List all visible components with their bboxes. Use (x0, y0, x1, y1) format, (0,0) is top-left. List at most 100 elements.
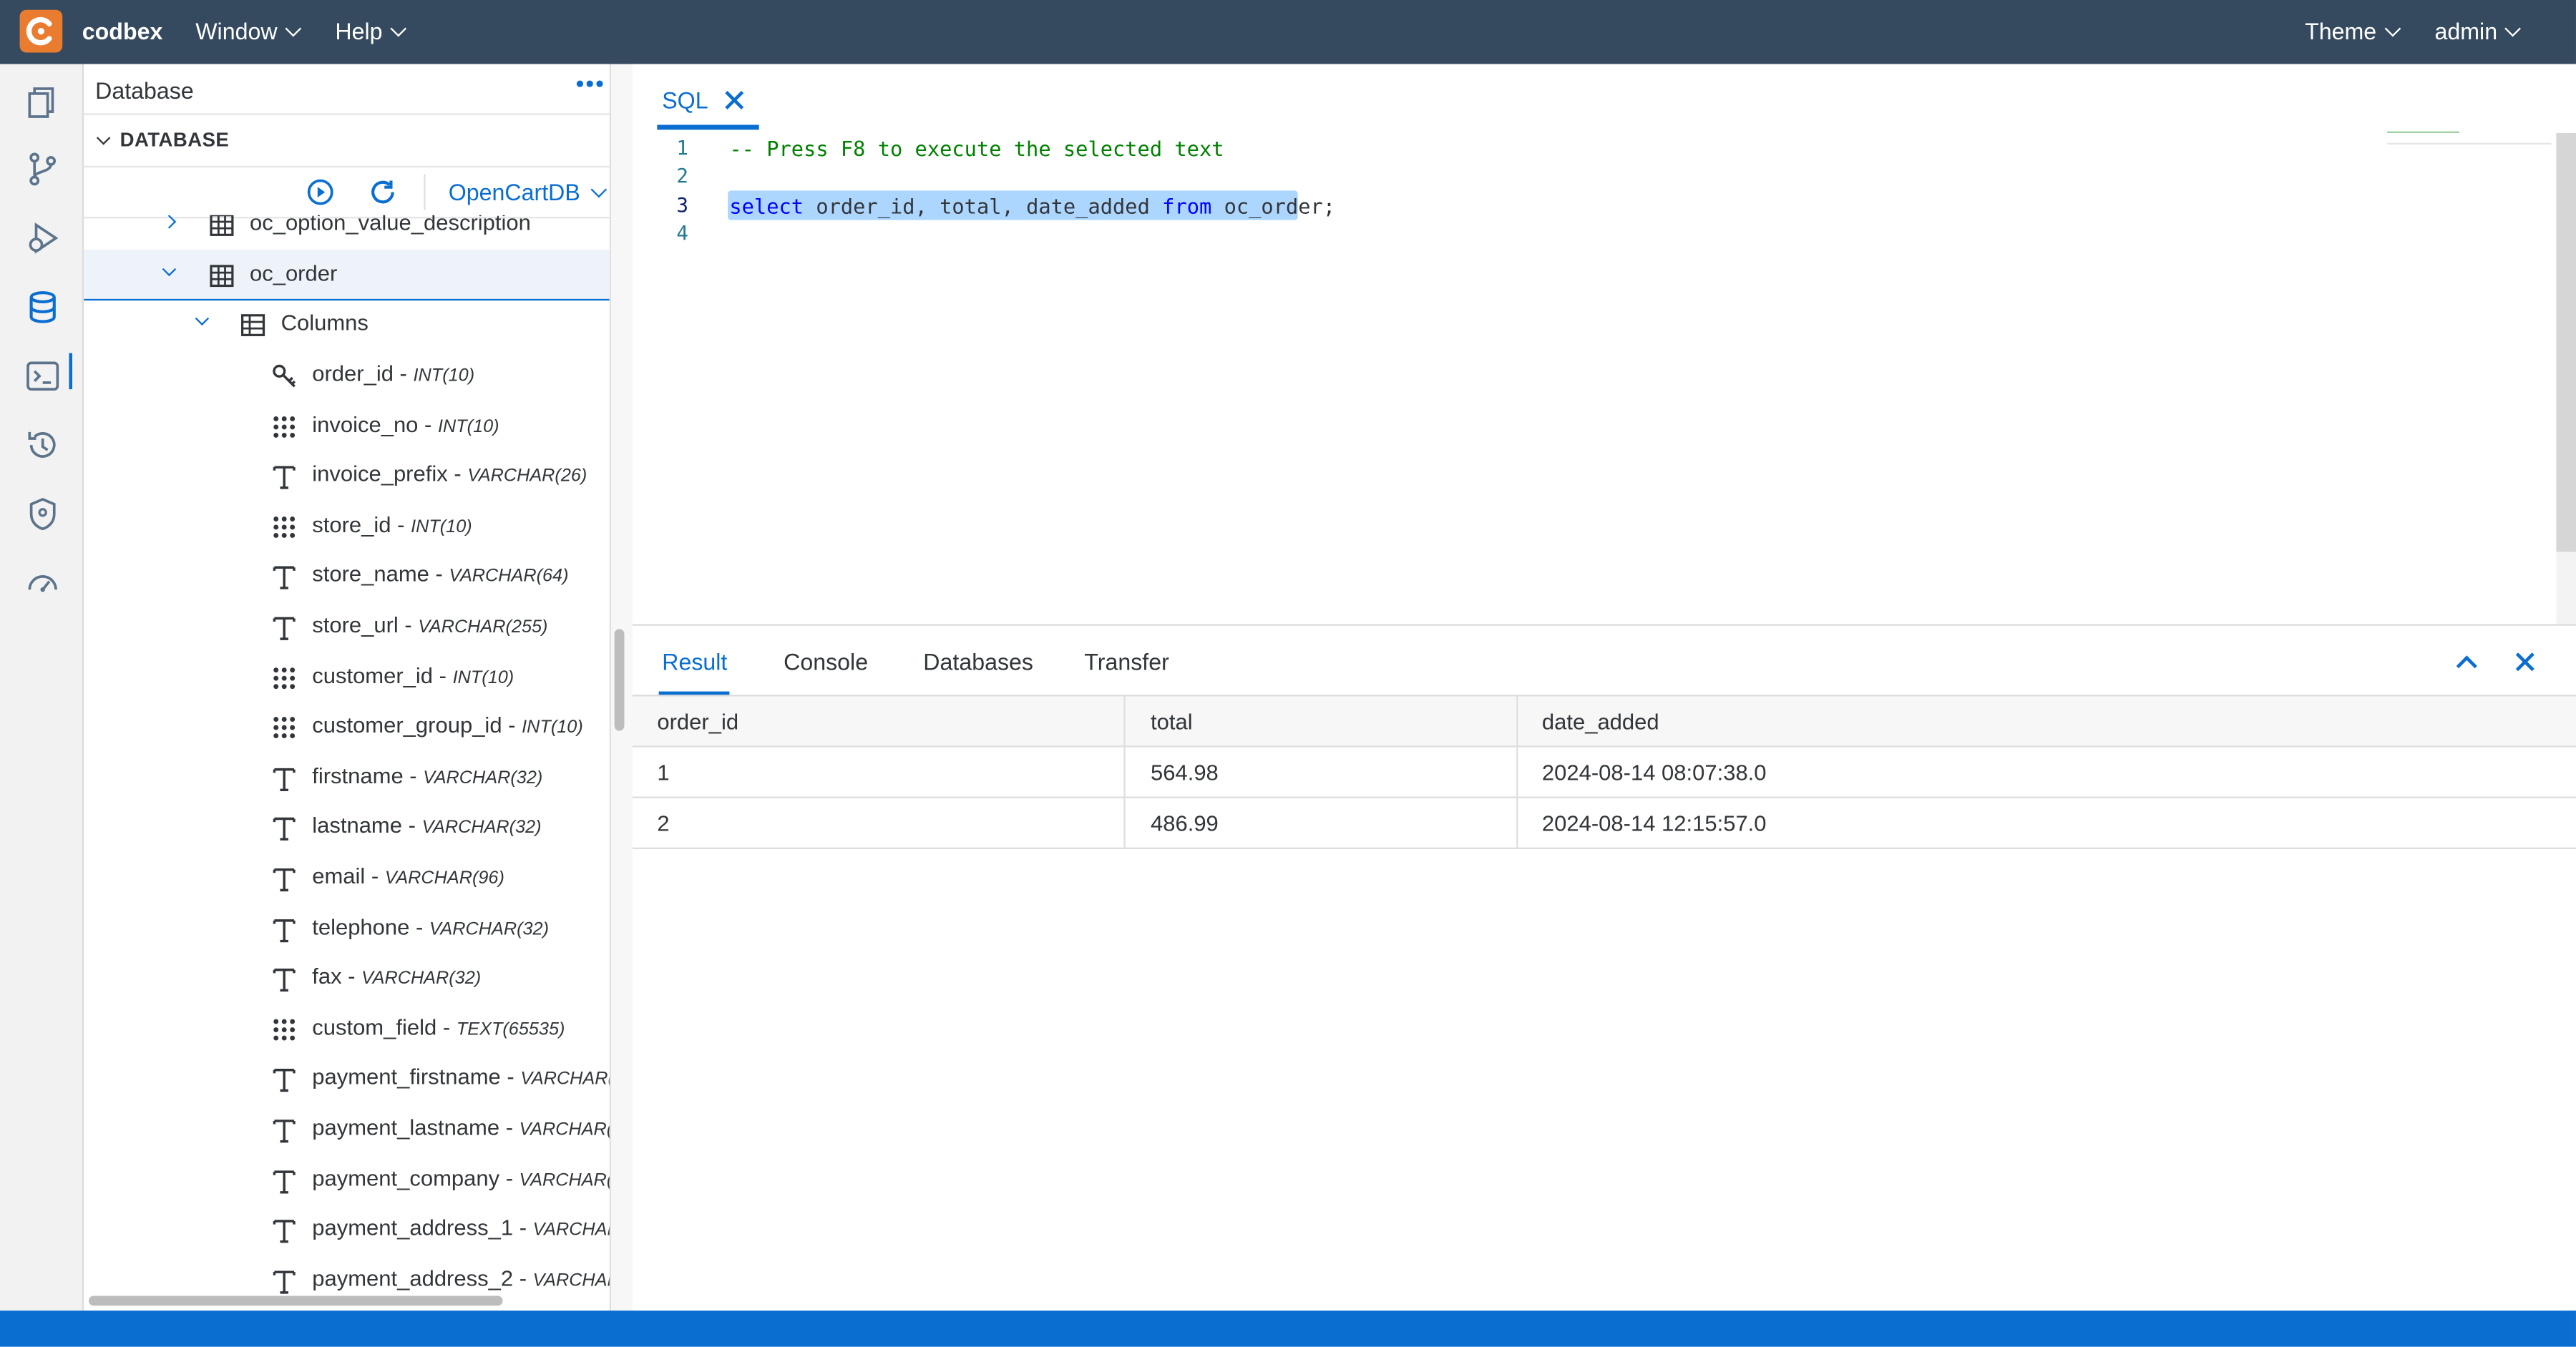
git-branch-icon[interactable] (24, 151, 61, 187)
tree-item-column[interactable]: payment_address_1 - VARCHAR (84, 1204, 610, 1253)
horizontal-scrollbar[interactable] (88, 1295, 503, 1306)
close-panel-icon[interactable] (2515, 652, 2535, 672)
result-panel: Result Console Databases Transfer order_… (632, 624, 2576, 1313)
table-row[interactable]: 1 564.98 2024-08-14 08:07:38.0 (632, 746, 2576, 798)
tab-console[interactable]: Console (784, 649, 868, 675)
user-menu-label: admin (2434, 18, 2498, 44)
column-label: payment_address_1 - VARCHAR (312, 1215, 610, 1240)
column-type: INT(10) (438, 416, 499, 436)
window-menu[interactable]: Window (195, 18, 301, 44)
codbex-logo-icon[interactable] (19, 9, 63, 53)
columns-icon (241, 314, 265, 336)
maximize-panel-icon[interactable] (2456, 655, 2477, 677)
column-type: VARCHAR(32) (421, 818, 542, 838)
database-section-header[interactable]: DATABASE (84, 115, 610, 165)
column-label: customer_id - INT(10) (312, 663, 514, 687)
editor-scrollbar[interactable] (2556, 132, 2576, 552)
tree-item-column[interactable]: store_id - INT(10) (84, 501, 610, 550)
tree-item-column[interactable]: payment_lastname - VARCHAR( (84, 1104, 610, 1153)
tab-transfer[interactable]: Transfer (1084, 649, 1169, 675)
tree-item-column[interactable]: customer_group_id - INT(10) (84, 702, 610, 751)
column-name: order_id - (312, 361, 407, 386)
tree-item-column[interactable]: lastname - VARCHAR(32) (84, 802, 610, 851)
table-cell[interactable]: 2024-08-14 12:15:57.0 (1516, 797, 2576, 849)
table-cell[interactable]: 1 (632, 746, 1126, 798)
more-options-icon[interactable] (576, 80, 603, 87)
tree-item-column[interactable]: payment_company - VARCHAR( (84, 1154, 610, 1203)
execute-icon[interactable] (306, 177, 335, 207)
database-icon[interactable] (24, 289, 61, 325)
tab-databases[interactable]: Databases (923, 649, 1033, 675)
files-icon[interactable] (24, 84, 61, 120)
table-cell[interactable]: 2024-08-14 08:07:38.0 (1516, 746, 2576, 798)
top-bar: codbex Window Help Theme admin (0, 0, 2576, 64)
tree-item-column[interactable]: invoice_no - INT(10) (84, 400, 610, 449)
column-name: store_url - (312, 612, 412, 637)
column-label: email - VARCHAR(96) (312, 864, 504, 888)
tab-result[interactable]: Result (662, 649, 727, 675)
table-cell[interactable]: 2 (632, 797, 1126, 849)
tree-item-column[interactable]: invoice_prefix - VARCHAR(26) (84, 451, 610, 500)
chevron-down-icon (2504, 19, 2522, 36)
result-table: order_id total date_added 1 564.98 2024-… (632, 696, 2576, 849)
refresh-icon[interactable] (368, 177, 397, 207)
column-label: custom_field - TEXT(65535) (312, 1014, 565, 1039)
datasource-select[interactable]: OpenCartDB (449, 179, 608, 205)
tab-sql[interactable]: SQL (662, 87, 708, 114)
user-menu[interactable]: admin (2434, 18, 2522, 44)
tree-item-column[interactable]: custom_field - TEXT(65535) (84, 1003, 610, 1052)
column-type: VARCHAR(32) (361, 969, 482, 989)
tree-item-column[interactable]: firstname - VARCHAR(32) (84, 752, 610, 801)
chevron-right-icon[interactable] (162, 215, 177, 229)
tree-item-column[interactable]: store_url - VARCHAR(255) (84, 601, 610, 650)
column-type: VARCHAR(26) (467, 466, 587, 487)
column-label: firstname - VARCHAR(32) (312, 763, 542, 788)
line-number: 4 (676, 221, 688, 245)
tree-item-label: oc_order (249, 261, 338, 286)
column-header-date-added[interactable]: date_added (1516, 696, 2576, 748)
history-icon[interactable] (24, 427, 61, 464)
tree-item-column[interactable]: email - VARCHAR(96) (84, 853, 610, 902)
numeric-icon (273, 416, 296, 437)
tree-item-column[interactable]: customer_id - INT(10) (84, 652, 610, 701)
text-icon (273, 466, 296, 490)
table-cell[interactable]: 564.98 (1125, 746, 1518, 798)
close-icon[interactable] (724, 90, 744, 110)
tree-item-label: Columns (280, 310, 369, 335)
column-header-total[interactable]: total (1125, 696, 1518, 748)
tree-item-table[interactable]: oc_option_value_description (84, 215, 610, 248)
help-menu[interactable]: Help (335, 18, 406, 44)
column-name: email - (312, 863, 379, 889)
tree-item-column[interactable]: fax - VARCHAR(32) (84, 953, 610, 1002)
table-cell[interactable]: 486.99 (1125, 797, 1518, 849)
chevron-down-icon[interactable] (162, 262, 177, 277)
chevron-down-icon[interactable] (195, 311, 210, 326)
section-title: DATABASE (119, 128, 230, 152)
column-name: customer_id - (312, 662, 447, 688)
sql-editor[interactable]: 1 2 3 4 -- Press F8 to execute the selec… (632, 131, 2576, 624)
tree-item-column[interactable]: order_id - INT(10) (84, 350, 610, 399)
tree-item-column[interactable]: store_name - VARCHAR(64) (84, 551, 610, 600)
security-shield-icon[interactable] (24, 496, 61, 532)
column-name: telephone - (312, 913, 424, 939)
tree-item-column[interactable]: payment_address_2 - VARCHAR (84, 1255, 610, 1299)
tree-vertical-scrollbar[interactable] (614, 629, 625, 731)
chevron-down-icon (284, 19, 301, 36)
database-toolbar: OpenCartDB (84, 165, 610, 219)
run-debug-icon[interactable] (24, 220, 61, 257)
tree-item-column[interactable]: telephone - VARCHAR(32) (84, 903, 610, 952)
table-row[interactable]: 2 486.99 2024-08-14 12:15:57.0 (632, 797, 2576, 849)
dashboard-gauge-icon[interactable] (24, 565, 61, 602)
tree-item-columns-folder[interactable]: Columns (84, 299, 610, 348)
theme-menu[interactable]: Theme (2305, 18, 2401, 44)
numeric-icon (273, 717, 296, 739)
toolbar-divider (424, 174, 426, 210)
column-label: payment_address_2 - VARCHAR (312, 1266, 610, 1290)
column-header-order-id[interactable]: order_id (632, 696, 1126, 748)
tree-item-column[interactable]: payment_firstname - VARCHAR( (84, 1054, 610, 1103)
column-label: payment_lastname - VARCHAR( (312, 1115, 610, 1140)
tree-item-table-selected[interactable]: oc_order (84, 249, 610, 301)
terminal-icon[interactable] (24, 358, 61, 395)
chevron-down-icon (2384, 19, 2401, 36)
column-label: telephone - VARCHAR(32) (312, 914, 549, 939)
